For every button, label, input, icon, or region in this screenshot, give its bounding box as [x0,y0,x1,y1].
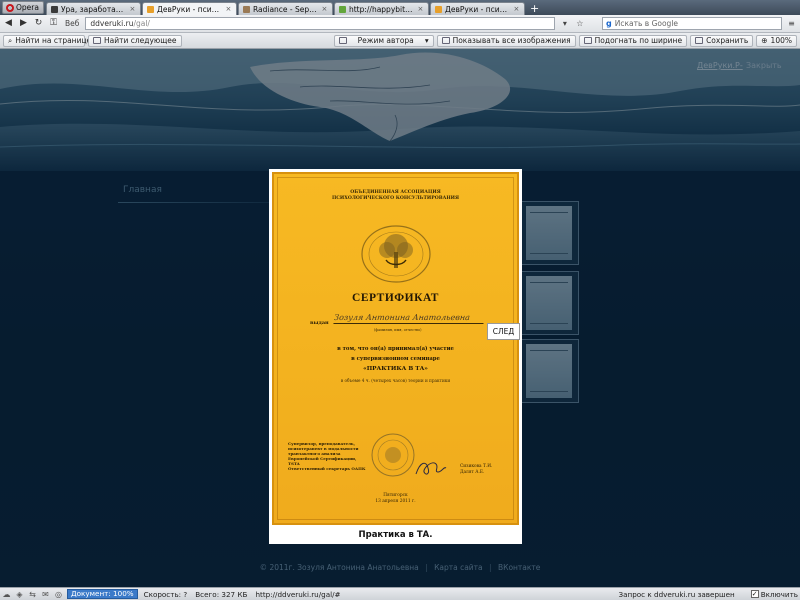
search-placeholder: Искать в Google [614,19,679,28]
menu-icon[interactable]: ≡ [786,18,797,29]
opera-menu-button[interactable]: Opera [2,1,44,14]
certificate-place-date: Пятигорск 13 апреля 2011 г. [375,493,416,504]
chat-icon[interactable]: ✉ [41,590,50,599]
status-message: Запрос к ddveruki.ru завершен [618,589,735,599]
lightbox-next-button[interactable]: СЛЕД [487,323,520,340]
find-next-button[interactable]: Найти следующее [88,34,182,47]
forward-icon[interactable]: ▶ [18,18,29,29]
certificate-org: ОБЪЕДИНЕННАЯ АССОЦИАЦИЯ ПСИХОЛОГИЧЕСКОГО… [331,190,460,201]
browser-tab[interactable]: Radiance - September ...× [237,2,333,15]
fit-width-icon [583,37,592,44]
certificate-image: ОБЪЕДИНЕННАЯ АССОЦИАЦИЯ ПСИХОЛОГИЧЕСКОГО… [272,172,519,525]
status-url: http://ddveruki.ru/gal/# [255,589,341,599]
tab-label: ДевРуки - психолог-к... [444,4,510,14]
certificate-title: СЕРТИФИКАТ [352,292,439,304]
search-input[interactable]: g Искать в Google [602,17,782,30]
author-mode-select[interactable]: Режим автора ▾ [333,34,434,47]
browser-tab[interactable]: ДевРуки - психолог-к...× [141,2,237,15]
author-mode-label: Режим автора [357,36,414,45]
tree-logo-icon [361,225,431,283]
browser-tab[interactable]: ДевРуки - психолог-к...× [429,2,525,15]
star-icon[interactable]: ☆ [574,18,585,29]
signature-icon [415,462,447,475]
find-toolbar: ⌕ Найти на странице Найти следующее Режи… [0,33,800,49]
find-next-label: Найти следующее [104,36,177,45]
show-images-label: Показывать все изображения [452,36,571,45]
tab-label: ДевРуки - психолог-к... [156,4,222,14]
google-icon: g [606,19,612,28]
certificate-signatory-right: Сизикова Т.И. Далят А.Е. [460,464,493,475]
unite-icon[interactable]: ◈ [15,590,24,599]
favicon-icon [434,5,442,13]
turbo-icon[interactable]: ◎ [54,590,63,599]
zoom-value: 100% [770,36,792,45]
tab-bar: Opera Ура, заработало!×ДевРуки - психоло… [0,0,800,15]
certificate-text-line: в супервизионном семинаре [351,356,440,362]
tab-label: http://happybithday/ [348,4,414,14]
favicon-icon [242,5,250,13]
close-icon[interactable]: × [513,5,520,13]
author-mode-icon [338,37,347,44]
lightbox-caption: Практика в ТА. [358,530,433,540]
certificate-seminar-name: «ПРАКТИКА В ТА» [363,366,428,372]
total-readout: Всего: 327 КБ [195,589,248,599]
url-path: /gal/ [133,19,150,28]
images-icon [441,37,450,44]
favicon-icon [50,5,58,13]
key-icon[interactable]: ⚿ [48,18,59,29]
document-progress: Документ: 100% [67,589,138,599]
tab-label: Ура, заработало! [60,4,126,14]
enable-toggle[interactable]: ✓ Включить [750,589,798,599]
fit-width-button[interactable]: Подогнать по ширине [578,34,688,47]
cloud-icon[interactable]: ☁ [2,590,11,599]
url-domain: ddveruki.ru [90,19,134,28]
save-icon [695,37,704,44]
certificate-recipient: Зозуля Антонина Анатольевна [333,313,485,324]
close-icon[interactable]: × [417,5,424,13]
fit-width-label: Подогнать по ширине [594,36,683,45]
share-icon[interactable]: ⇆ [28,590,37,599]
url-field[interactable]: ddveruki.ru/gal/ [85,17,556,30]
stamp-icon [371,433,415,477]
tab-label: Radiance - September ... [252,4,318,14]
close-icon[interactable]: × [225,5,232,13]
favicon-icon [338,5,346,13]
browser-tab[interactable]: http://happybithday/× [333,2,429,15]
find-in-page-input[interactable]: ⌕ Найти на странице [3,34,91,47]
close-icon[interactable]: × [129,5,136,13]
browser-window: Opera Ура, заработало!×ДевРуки - психоло… [0,0,800,600]
save-label: Сохранить [706,36,749,45]
certificate-hours: в объеме 4 ч. (четырех часов) теории и п… [340,378,451,383]
certificate-name-hint: (фамилия, имя, отчество) [374,328,422,332]
dropdown-icon[interactable]: ▾ [559,18,570,29]
back-icon[interactable]: ◀ [3,18,14,29]
find-next-icon [93,37,101,44]
status-bar: ☁ ◈ ⇆ ✉ ◎ Документ: 100% Скорость: ? Все… [0,587,800,600]
close-icon[interactable]: × [321,5,328,13]
opera-menu-label: Opera [16,3,39,12]
save-button[interactable]: Сохранить [690,34,754,47]
browser-tab[interactable]: Ура, заработало! × [45,2,141,15]
zoom-icon: ⊕ [761,36,768,45]
opera-logo-icon [6,3,14,12]
certificate-issued-label: выдан [310,320,329,326]
new-tab-button[interactable]: + [526,2,543,15]
web-badge[interactable]: Веб [63,19,81,28]
chevron-down-icon: ▾ [424,36,429,45]
enable-label: Включить [760,589,798,599]
reload-icon[interactable]: ↻ [33,18,44,29]
search-icon: ⌕ [8,35,13,45]
lightbox: ОБЪЕДИНЕННАЯ АССОЦИАЦИЯ ПСИХОЛОГИЧЕСКОГО… [269,169,522,544]
speed-readout: Скорость: ? [143,589,188,599]
find-placeholder: Найти на странице [15,36,92,45]
show-images-button[interactable]: Показывать все изображения [436,34,576,47]
zoom-select[interactable]: ⊕ 100% [756,34,797,47]
checkbox-icon: ✓ [750,590,759,598]
certificate-text-line: в том, что он(а) принимал(а) участие [337,346,454,352]
favicon-icon [146,5,154,13]
address-bar: ◀ ▶ ↻ ⚿ Веб ddveruki.ru/gal/ ▾ ☆ g Искат… [0,15,800,33]
